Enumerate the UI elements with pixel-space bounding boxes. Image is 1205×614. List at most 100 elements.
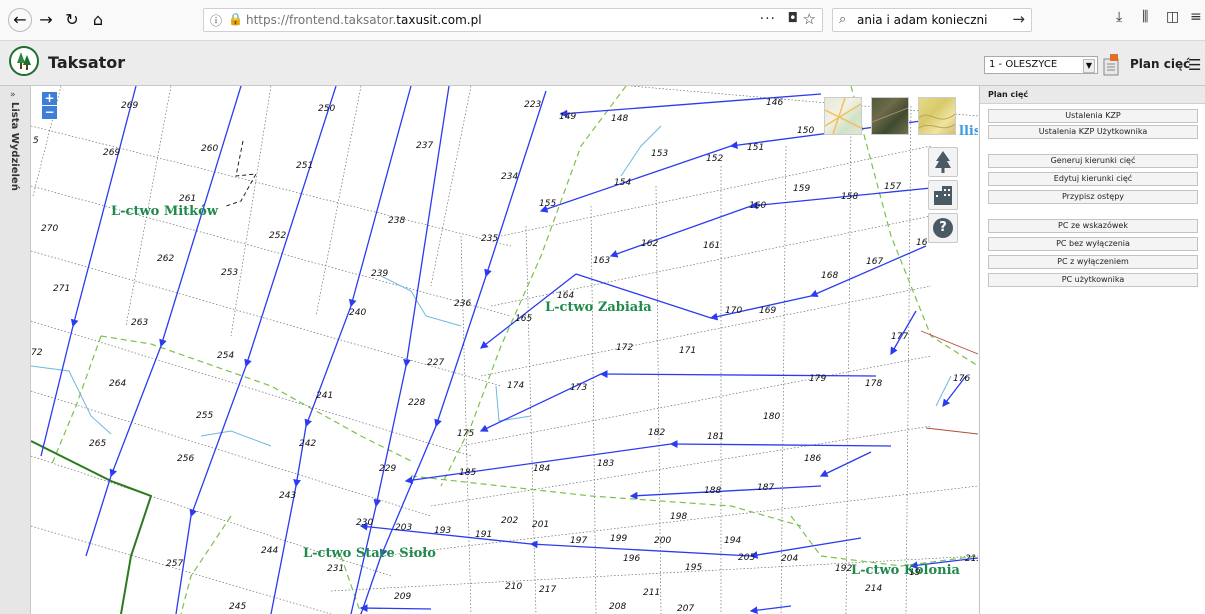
compartment-number: 205 [738,553,756,563]
survey-line [225,140,257,207]
compartment-number: 208 [609,602,627,612]
compartment-number: 210 [505,582,523,592]
compartment-number: 191 [475,530,493,540]
compartment-number: 165 [515,314,533,324]
address-bar[interactable]: ⓘ 🔒 https://frontend.taksator.taxusit.co… [203,8,823,32]
district-select[interactable]: 1 - OLESZYCE ▼ [984,56,1098,74]
map-view[interactable]: L-ctwo Mitków L-ctwo Zabiała L-ctwo Star… [31,86,978,614]
reload-icon[interactable]: ↻ [60,8,84,32]
search-icon: ⌕ [839,12,847,27]
chevron-down-icon[interactable]: ▼ [1083,59,1095,73]
compartment-number: 176 [953,374,971,384]
plan-book-icon[interactable] [1101,53,1123,77]
zoom-out-button[interactable]: − [42,106,57,119]
app-header: Taksator 1 - OLESZYCE ▼ Plan cięć ☰ [0,41,1205,86]
buildings-layer-button[interactable] [928,180,958,210]
compartment-number: 242 [299,439,317,449]
compartment-number: 235 [481,234,499,244]
compartment-number: 178 [865,379,883,389]
compartment-number: 256 [177,454,195,464]
basemap-terrain[interactable] [918,97,956,135]
info-icon[interactable]: ⓘ [210,12,222,29]
search-go-icon[interactable]: → [1012,10,1025,28]
pc-with-exclusion-button[interactable]: PC z wyłączeniem [988,255,1198,269]
compartment-number: 183 [597,459,615,469]
compartment-number: 238 [388,216,406,226]
list-icon[interactable]: ☰ [1188,56,1201,74]
compartment-number: 179 [809,374,827,384]
compartment-number: 16 [916,238,928,248]
map-canvas[interactable] [31,86,978,614]
compartment-number: 5 [33,136,39,146]
forest-edge [31,440,153,614]
pc-no-exclusion-button[interactable]: PC bez wyłączenia [988,237,1198,251]
terrain-thumbnail-icon [918,113,956,129]
compartment-number: 195 [685,563,703,573]
forest-boundaries [50,86,978,614]
compartment-number: 188 [704,486,722,496]
forest-layer-button[interactable] [928,147,958,177]
compartment-number: 264 [109,379,127,389]
bookmark-star-icon[interactable]: ☆ [803,10,816,28]
compartment-number: 223 [524,100,542,110]
help-button[interactable]: ? [928,213,958,243]
search-box[interactable]: ⌕ ania i adam konieczni → [832,8,1032,32]
compartment-number: 194 [724,536,742,546]
basemap-streets[interactable] [824,97,862,135]
page-actions-icon[interactable]: ··· [760,11,776,27]
compartment-number: 234 [501,172,519,182]
tree-icon [935,151,951,173]
compartment-number: 160 [749,201,767,211]
compartment-number: 162 [641,239,659,249]
kzp-settings-button[interactable]: Ustalenia KZP [988,109,1198,123]
compartment-number: 184 [533,464,551,474]
forest-label: L-ctwo Stare Sioło [303,546,436,561]
library-icon[interactable]: ⫼ [1142,9,1148,25]
kzp-user-settings-button[interactable]: Ustalenia KZP Użytkownika [988,125,1198,139]
compartment-number: 192 [835,564,853,574]
panel-title: Plan cięć [980,86,1205,104]
tree-logo-icon [17,52,31,70]
compartment-number: 197 [570,536,588,546]
plan-cut-label: Plan cięć [1130,57,1191,71]
compartment-number: 180 [763,412,781,422]
sidebar-collapsed[interactable]: » Lista Wydzieleń [0,86,31,614]
help-label: ? [939,220,947,235]
pc-user-button[interactable]: PC użytkownika [988,273,1198,287]
home-icon[interactable]: ⌂ [86,8,110,32]
compartment-number: 261 [179,194,197,204]
app-title: Taksator [48,53,126,72]
compartment-number: 214 [865,584,883,594]
compartment-number: 196 [623,554,641,564]
pc-from-hints-button[interactable]: PC ze wskazówek [988,219,1198,233]
search-input[interactable]: ania i adam konieczni [857,13,987,27]
compartment-number: 202 [501,516,519,526]
url-text: https://frontend.taksator.taxusit.com.pl [246,13,482,27]
lock-icon[interactable]: 🔒 [228,12,243,26]
generate-directions-button[interactable]: Generuj kierunki cięć [988,154,1198,168]
compartment-number: 250 [318,104,336,114]
rivers [31,125,952,447]
compartment-number: 262 [157,254,175,264]
compartment-number: 171 [679,346,697,356]
expand-icon[interactable]: » [10,90,16,100]
compartment-number: 207 [677,604,695,614]
compartment-number: 187 [757,483,775,493]
edit-directions-button[interactable]: Edytuj kierunki cięć [988,172,1198,186]
sidebar-toggle-icon[interactable]: ◫ [1166,9,1179,25]
pocket-icon[interactable]: ◘ [788,11,798,26]
forward-icon[interactable]: → [34,8,58,32]
basemap-satellite[interactable] [871,97,909,135]
downloads-icon[interactable]: ⤓ [1116,9,1122,25]
compartment-number: 237 [416,141,434,151]
menu-icon[interactable]: ≡ [1190,9,1202,25]
compartment-number: 163 [593,256,611,266]
compartment-number: 211 [643,588,661,598]
compartment-number: 199 [610,534,628,544]
assign-sections-button[interactable]: Przypisz ostępy [988,190,1198,204]
compartment-number: 239 [371,269,389,279]
back-icon[interactable]: ← [8,8,32,32]
compartment-number: 231 [327,564,345,574]
compartment-number: 158 [841,192,859,202]
zoom-in-button[interactable]: + [42,92,57,105]
